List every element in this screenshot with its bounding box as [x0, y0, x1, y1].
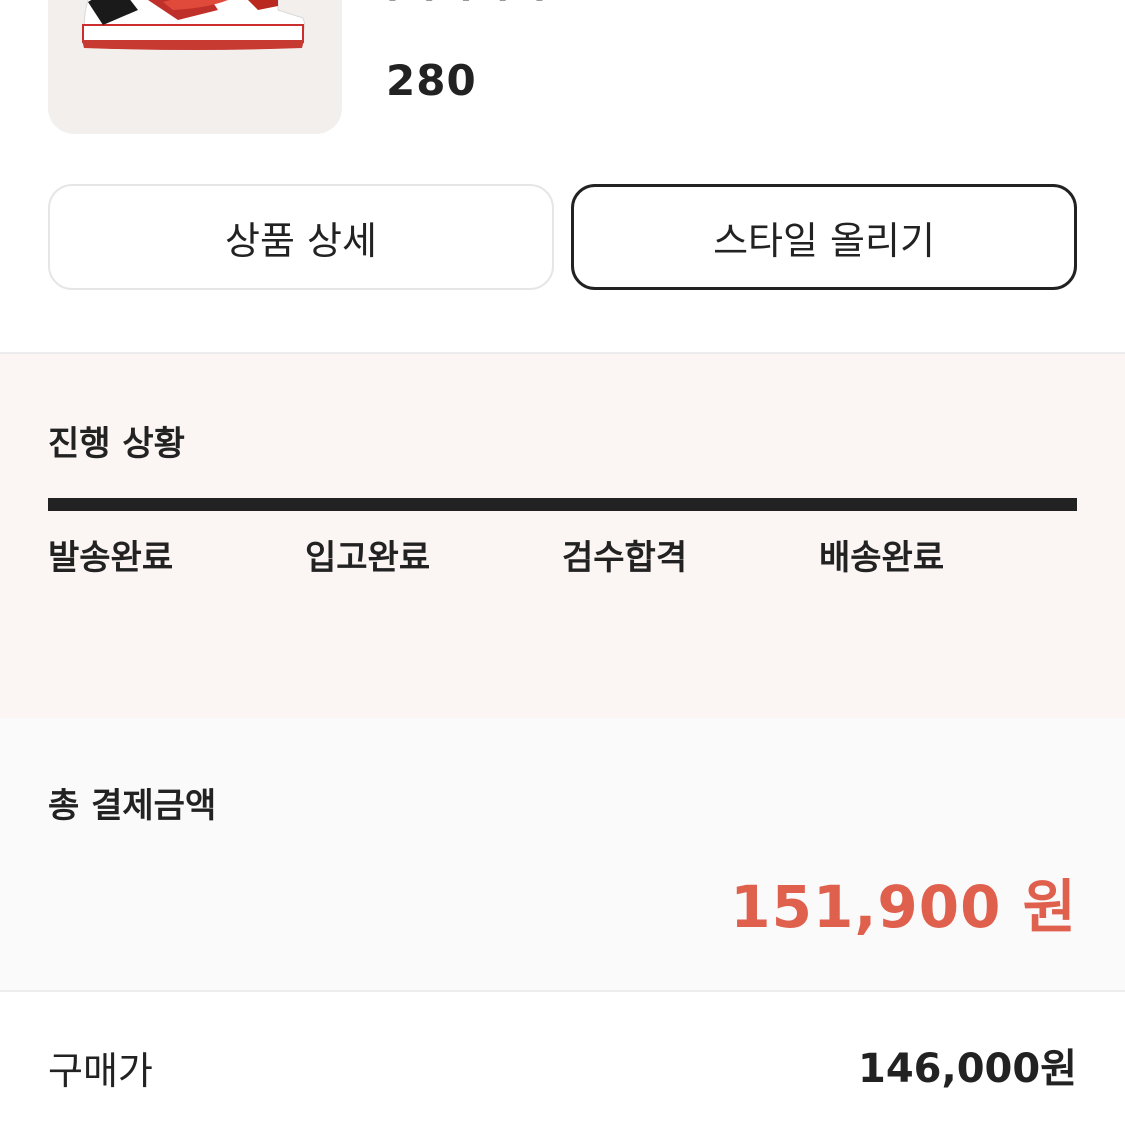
sneaker-icon	[82, 0, 306, 50]
purchase-price-row: 구매가 146,000원	[0, 992, 1125, 1125]
upload-style-button[interactable]: 스타일 올리기	[571, 184, 1077, 290]
step-delivered: 배송완료	[819, 538, 945, 578]
progress-section: 진행 상황 발송완료 입고완료 검수합격 배송완료	[0, 352, 1125, 720]
total-amount: 151,900 원	[730, 873, 1077, 941]
product-thumbnail[interactable]	[48, 0, 342, 134]
payment-title: 총 결제금액	[48, 786, 217, 826]
product-name: · · · · ·	[386, 0, 552, 18]
progress-bar	[48, 498, 1077, 511]
step-inspection-passed: 검수합격	[562, 538, 688, 578]
purchase-price-label: 구매가	[48, 1049, 153, 1093]
product-summary: · · · · · 280 상품 상세 스타일 올리기	[0, 0, 1125, 352]
step-received: 입고완료	[305, 538, 431, 578]
product-detail-button[interactable]: 상품 상세	[48, 184, 554, 290]
purchase-price-value: 146,000원	[858, 1046, 1077, 1092]
progress-title: 진행 상황	[48, 424, 185, 464]
step-shipped: 발송완료	[48, 538, 174, 578]
payment-section: 총 결제금액 151,900 원	[0, 718, 1125, 992]
progress-steps: 발송완료 입고완료 검수합격 배송완료	[48, 530, 1077, 579]
product-size: 280	[386, 56, 477, 105]
